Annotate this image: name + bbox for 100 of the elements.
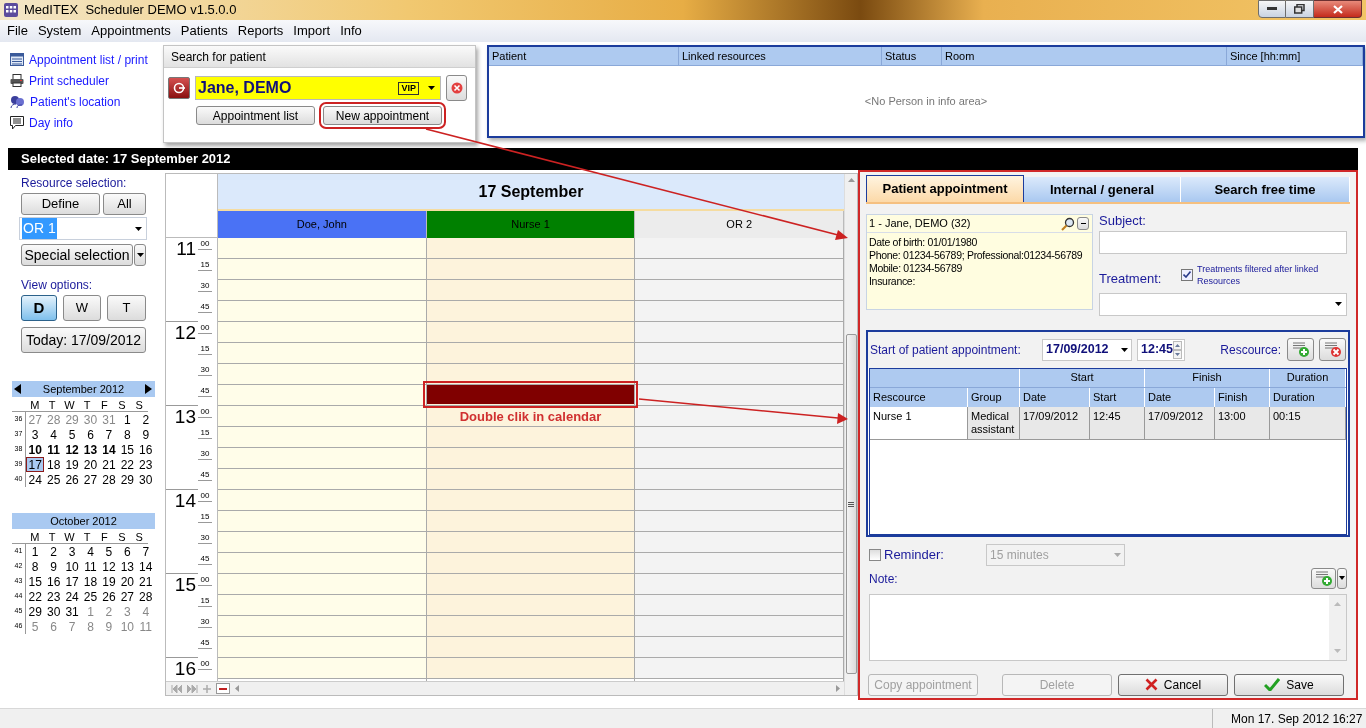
- calendar-day[interactable]: 28: [99, 472, 119, 487]
- scrollbar-thumb[interactable]: [845, 334, 857, 674]
- menu-item[interactable]: Info: [335, 21, 367, 41]
- calendar-day[interactable]: 12: [62, 442, 82, 457]
- calendar-day[interactable]: 1: [118, 412, 137, 427]
- calendar-day[interactable]: 30: [81, 412, 100, 427]
- calendar-day[interactable]: 7: [136, 544, 155, 559]
- calendar-day[interactable]: 6: [118, 544, 137, 559]
- calendar-day[interactable]: 16: [136, 442, 155, 457]
- calendar-day[interactable]: 3: [62, 544, 82, 559]
- time-slot[interactable]: Double clik in calendar: [426, 406, 635, 427]
- calendar-day[interactable]: 2: [136, 412, 155, 427]
- calendar-day[interactable]: 15: [118, 442, 137, 457]
- calendar-day[interactable]: 18: [44, 457, 63, 472]
- calendar-day[interactable]: 29: [26, 604, 45, 619]
- calendar-day[interactable]: 28: [136, 589, 155, 604]
- calendar-day[interactable]: 31: [62, 604, 82, 619]
- calendar-day[interactable]: 24: [62, 589, 82, 604]
- previous-month-button[interactable]: [14, 384, 22, 394]
- time-field[interactable]: 12:45: [1137, 338, 1185, 361]
- link[interactable]: Print scheduler: [29, 71, 110, 90]
- button[interactable]: Cancel: [1118, 673, 1228, 696]
- date-field[interactable]: 17/09/2012: [1042, 338, 1132, 361]
- calendar-day[interactable]: 4: [136, 604, 155, 619]
- subject-field[interactable]: [1099, 231, 1347, 254]
- button[interactable]: Define: [21, 193, 100, 215]
- clear-button[interactable]: [446, 75, 467, 101]
- calendar-day[interactable]: 11: [44, 442, 63, 457]
- calendar-day[interactable]: 27: [81, 472, 100, 487]
- checkbox[interactable]: [1181, 268, 1193, 281]
- calendar-day[interactable]: 24: [26, 472, 45, 487]
- calendar-day[interactable]: 12: [99, 559, 119, 574]
- tab[interactable]: Internal / general: [1024, 177, 1181, 202]
- calendar-day[interactable]: 29: [62, 412, 82, 427]
- calendar-day[interactable]: 27: [118, 589, 137, 604]
- calendar-day[interactable]: 4: [44, 427, 63, 442]
- add-resource-button[interactable]: [1287, 338, 1314, 361]
- calendar-day[interactable]: 16: [44, 574, 63, 589]
- remove-button[interactable]: [216, 683, 230, 694]
- calendar-day[interactable]: 13: [81, 442, 100, 457]
- menu-item[interactable]: Patients: [175, 21, 233, 41]
- menu-item[interactable]: System: [32, 21, 87, 41]
- add-note-button[interactable]: [1311, 567, 1336, 589]
- calendar-day[interactable]: 6: [44, 619, 63, 634]
- note-field[interactable]: [869, 593, 1347, 661]
- calendar-day[interactable]: 8: [81, 619, 100, 634]
- time-slot[interactable]: [635, 406, 843, 427]
- calendar-day[interactable]: 3: [26, 427, 45, 442]
- calendar-day[interactable]: 8: [118, 427, 137, 442]
- calendar-day[interactable]: 5: [62, 427, 82, 442]
- menu-item[interactable]: File: [2, 21, 33, 41]
- button[interactable]: Special selection: [21, 244, 133, 266]
- view-button[interactable]: W: [63, 295, 101, 321]
- calendar-day[interactable]: 9: [136, 427, 155, 442]
- calendar-day[interactable]: 1: [81, 604, 100, 619]
- calendar-day[interactable]: 10: [26, 442, 45, 457]
- calendar-day[interactable]: 27: [26, 412, 45, 427]
- calendar-day[interactable]: 28: [44, 412, 63, 427]
- calendar-day[interactable]: 10: [118, 619, 137, 634]
- today-button[interactable]: Today: 17/09/2012: [21, 327, 146, 353]
- calendar-day[interactable]: 18: [81, 574, 100, 589]
- treatment-dropdown[interactable]: [1099, 292, 1347, 316]
- calendar-day[interactable]: 26: [99, 589, 119, 604]
- calendar-day[interactable]: 4: [81, 544, 100, 559]
- button[interactable]: All: [103, 193, 146, 215]
- patient-field[interactable]: Jane, DEMO VIP: [195, 76, 441, 100]
- calendar-day[interactable]: 30: [136, 472, 155, 487]
- calendar-day[interactable]: 29: [118, 472, 137, 487]
- calendar-day[interactable]: 23: [44, 589, 63, 604]
- calendar-day[interactable]: 17: [62, 574, 82, 589]
- calendar-day[interactable]: 7: [62, 619, 82, 634]
- view-button[interactable]: D: [21, 295, 57, 321]
- link[interactable]: Appointment list / print: [29, 50, 148, 69]
- menu-item[interactable]: Reports: [232, 21, 289, 41]
- menu-item[interactable]: Appointments: [86, 21, 176, 41]
- calendar-day[interactable]: 25: [44, 472, 63, 487]
- calendar-day[interactable]: 3: [118, 604, 137, 619]
- calendar-day[interactable]: 6: [81, 427, 100, 442]
- tab[interactable]: Patient appointment: [866, 175, 1024, 202]
- calendar-day[interactable]: 23: [136, 457, 155, 472]
- remove-resource-button[interactable]: [1319, 338, 1346, 361]
- calendar-day[interactable]: 9: [99, 619, 119, 634]
- calendar-day[interactable]: 11: [136, 619, 155, 634]
- calendar-day[interactable]: 5: [26, 619, 45, 634]
- calendar-day[interactable]: 20: [118, 574, 137, 589]
- time-slot[interactable]: [635, 385, 843, 406]
- calendar-day[interactable]: 5: [99, 544, 119, 559]
- link[interactable]: Day info: [29, 113, 74, 132]
- calendar-day[interactable]: 21: [99, 457, 119, 472]
- calendar-day[interactable]: 11: [81, 559, 100, 574]
- time-slot[interactable]: [426, 364, 635, 385]
- restore-button[interactable]: [1286, 0, 1314, 18]
- patient-button[interactable]: [168, 77, 190, 99]
- tab[interactable]: Search free time: [1181, 177, 1350, 202]
- collapse-button[interactable]: [1077, 217, 1089, 230]
- dropdown-button[interactable]: [1337, 567, 1347, 589]
- close-button[interactable]: [1314, 0, 1362, 18]
- calendar-day[interactable]: 22: [26, 589, 45, 604]
- calendar-day[interactable]: 21: [136, 574, 155, 589]
- calendar-day[interactable]: 15: [26, 574, 45, 589]
